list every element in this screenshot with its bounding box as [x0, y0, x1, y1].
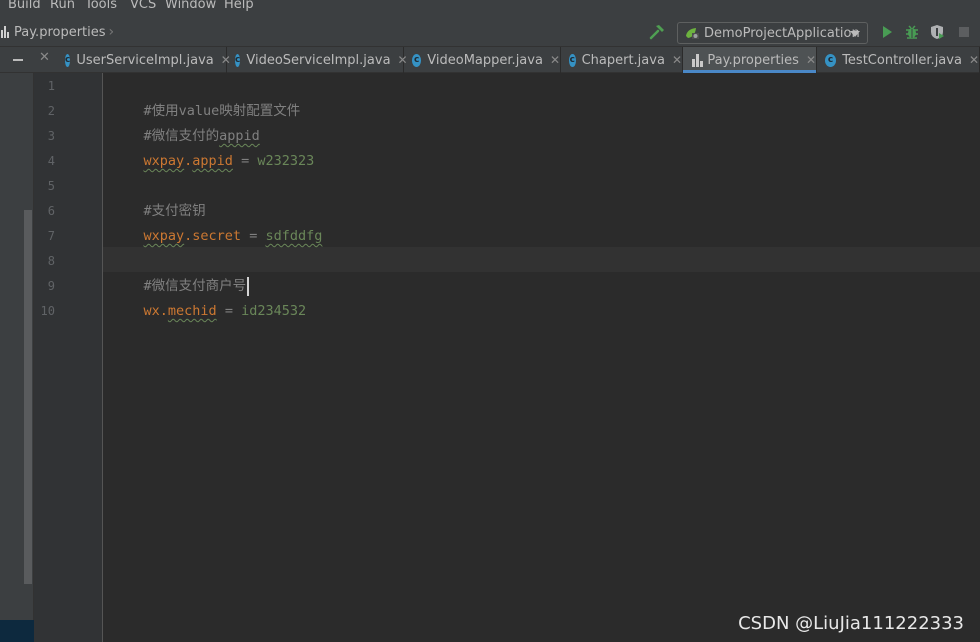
- breadcrumb-separator-icon: ›: [108, 24, 115, 40]
- property-prefix: wx.: [143, 303, 168, 319]
- class-icon: c: [235, 53, 241, 67]
- property-key: mechid: [167, 303, 217, 319]
- code-line-3[interactable]: wxpay.appid = w232323: [111, 124, 315, 169]
- menu-run[interactable]: Run: [50, 0, 75, 12]
- line-number: 9: [47, 279, 55, 293]
- run-configuration-selector[interactable]: DemoProjectApplication: [677, 22, 868, 44]
- line-number: 2: [47, 104, 55, 118]
- class-icon: c: [825, 53, 837, 67]
- line-number: 7: [47, 229, 55, 243]
- build-hammer-icon[interactable]: [648, 23, 666, 41]
- properties-icon: [691, 53, 703, 67]
- tab-label: Pay.properties: [707, 52, 799, 68]
- code-line-5[interactable]: #支付密钥: [111, 174, 206, 219]
- coverage-icon[interactable]: [929, 24, 945, 40]
- code-editor[interactable]: #使用value映射配置文件 #微信支付的appid wxpay.appid =…: [103, 73, 980, 642]
- close-icon[interactable]: ✕: [39, 50, 50, 65]
- line-number: 5: [47, 179, 55, 193]
- equals-sign: =: [232, 153, 258, 169]
- class-icon: c: [65, 53, 71, 67]
- equals-sign: =: [241, 228, 266, 244]
- tab-bar-controls: ✕: [0, 47, 57, 73]
- close-icon[interactable]: ✕: [672, 53, 682, 67]
- code-line-9[interactable]: wx.mechid = id234532: [111, 274, 307, 319]
- stop-icon[interactable]: [956, 24, 972, 40]
- debug-icon[interactable]: [904, 24, 920, 40]
- code-line-6[interactable]: wxpay.secret = sdfddfg: [111, 199, 323, 244]
- tab-video-service-impl[interactable]: c VideoServiceImpl.java ✕: [227, 47, 408, 73]
- navigation-bar: Pay.properties › DemoProjectApplication: [0, 17, 980, 47]
- equals-sign: =: [216, 303, 242, 319]
- left-tool-strip: [0, 73, 34, 642]
- run-icon[interactable]: [879, 24, 895, 40]
- tab-label: UserServiceImpl.java: [76, 52, 214, 68]
- spring-boot-icon: [686, 28, 699, 39]
- line-number: 8: [47, 254, 55, 268]
- tab-label: VideoServiceImpl.java: [246, 52, 391, 68]
- tab-label: VideoMapper.java: [427, 52, 543, 68]
- line-number-gutter: 1 2 3 4 5 6 7 8 9 10: [34, 73, 103, 642]
- tab-label: Chapert.java: [581, 52, 665, 68]
- property-key: appid: [192, 153, 233, 169]
- property-value: sdfddfg: [265, 228, 323, 244]
- menu-tools[interactable]: Tools: [85, 0, 117, 12]
- property-prefix: wxpay: [143, 228, 185, 244]
- tab-label: TestController.java: [842, 52, 962, 68]
- collapse-icon[interactable]: [13, 59, 23, 61]
- menu-bar: Build Run Tools VCS Window Help: [0, 0, 980, 17]
- properties-file-icon: [0, 25, 10, 39]
- breadcrumb-file-label: Pay.properties: [14, 24, 106, 40]
- menu-build[interactable]: Build: [8, 0, 41, 12]
- tab-chapert[interactable]: c Chapert.java ✕: [561, 47, 683, 73]
- line-number: 4: [47, 154, 55, 168]
- tab-video-mapper[interactable]: c VideoMapper.java ✕: [404, 47, 561, 73]
- watermark-text: CSDN @LiuJia111222333: [738, 613, 964, 634]
- class-icon: c: [412, 53, 422, 67]
- tool-window-button[interactable]: [0, 620, 34, 642]
- property-value: id234532: [241, 303, 307, 319]
- tab-user-service-impl[interactable]: c UserServiceImpl.java ✕: [57, 47, 231, 73]
- menu-window[interactable]: Window: [165, 0, 216, 12]
- property-value: w232323: [257, 153, 315, 169]
- code-line-8[interactable]: #微信支付商户号: [111, 249, 250, 296]
- close-icon[interactable]: ✕: [969, 53, 979, 67]
- line-number: 10: [40, 304, 55, 318]
- code-line-2[interactable]: #微信支付的appid: [111, 99, 260, 144]
- line-number: 1: [47, 79, 55, 93]
- close-icon[interactable]: ✕: [806, 53, 816, 67]
- tab-test-controller[interactable]: c TestController.java ✕: [817, 47, 980, 73]
- editor-tab-bar: ✕ c UserServiceImpl.java ✕ c VideoServic…: [0, 47, 980, 73]
- menu-help[interactable]: Help: [224, 0, 254, 12]
- tab-pay-properties[interactable]: Pay.properties ✕: [683, 47, 817, 73]
- code-line-1[interactable]: #使用value映射配置文件: [111, 74, 301, 119]
- property-key: .secret: [184, 228, 242, 244]
- class-icon: c: [569, 53, 576, 67]
- close-icon[interactable]: ✕: [550, 53, 560, 67]
- chevron-down-icon: [850, 31, 860, 37]
- scrollbar[interactable]: [24, 210, 32, 584]
- line-number: 6: [47, 204, 55, 218]
- line-number: 3: [47, 129, 55, 143]
- property-prefix: wxpay: [143, 153, 185, 169]
- breadcrumb[interactable]: Pay.properties ›: [0, 23, 114, 41]
- run-configuration-label: DemoProjectApplication: [704, 25, 860, 41]
- menu-vcs[interactable]: VCS: [130, 0, 156, 12]
